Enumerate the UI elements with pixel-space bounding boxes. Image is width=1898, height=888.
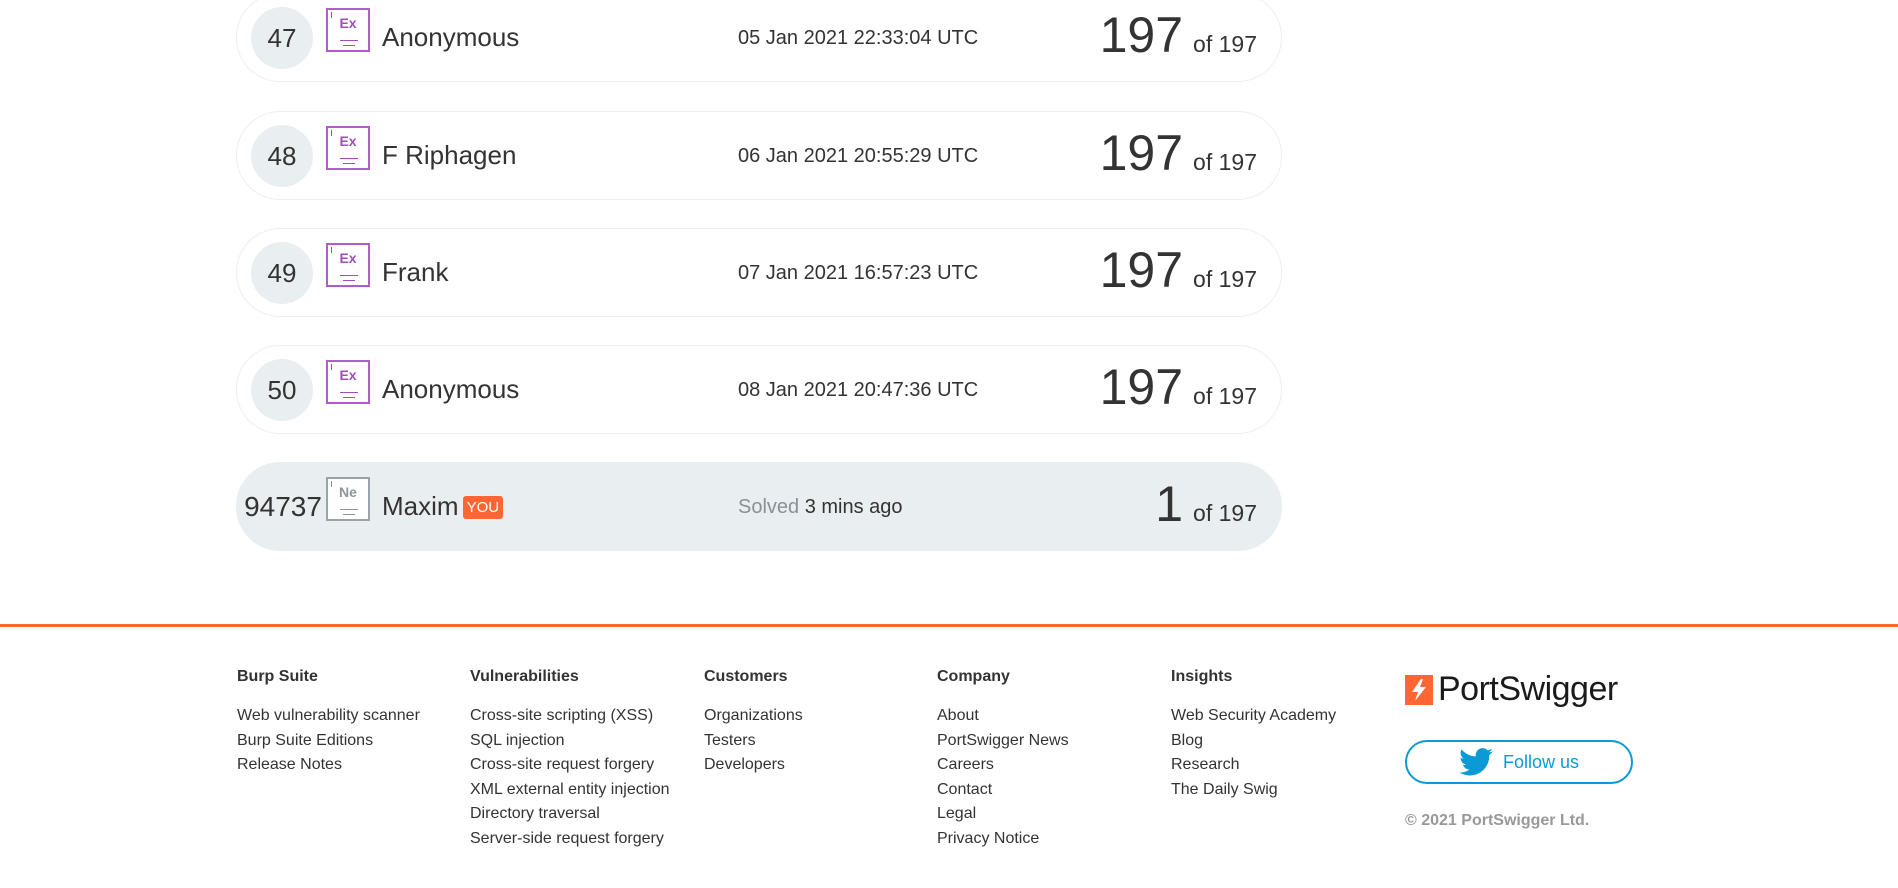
footer-link[interactable]: Blog <box>1171 729 1396 754</box>
footer-link[interactable]: Release Notes <box>237 753 462 778</box>
expert-level-badge-icon: Ex <box>326 243 370 287</box>
footer-link[interactable]: Burp Suite Editions <box>237 729 462 754</box>
user-name: Frank <box>382 257 449 287</box>
follow-us-button[interactable]: Follow us <box>1405 740 1633 784</box>
score-value: 197 <box>1099 7 1184 63</box>
score-total: of 197 <box>1193 266 1257 292</box>
footer-heading: Company <box>937 668 1010 685</box>
footer-column-company: Company About PortSwigger News Careers C… <box>937 668 1162 851</box>
rank-number: 47 <box>251 7 313 69</box>
level-label: Ex <box>339 133 357 149</box>
score-value: 197 <box>1099 359 1184 415</box>
user-name: Anonymous <box>382 22 520 52</box>
rank-number: 48 <box>251 125 313 187</box>
score-value: 1 <box>1155 476 1184 532</box>
footer-link[interactable]: Testers <box>704 729 929 754</box>
score: 197 of 197 <box>1100 241 1257 299</box>
portswigger-logo-icon <box>1405 674 1433 705</box>
score-total: of 197 <box>1193 383 1257 409</box>
score-total: of 197 <box>1193 149 1257 175</box>
brand-name: PortSwigger <box>1438 670 1618 708</box>
footer-link[interactable]: XML external entity injection <box>470 778 695 803</box>
you-tag: YOU <box>462 496 504 519</box>
twitter-bird-icon <box>1459 748 1493 776</box>
footer-link[interactable]: Contact <box>937 778 1162 803</box>
solved-date: 06 Jan 2021 20:55:29 UTC <box>738 145 979 167</box>
footer-link[interactable]: The Daily Swig <box>1171 778 1396 803</box>
footer-link[interactable]: Research <box>1171 753 1396 778</box>
leaderboard-row: 50 Ex Anonymous 08 Jan 2021 20:47:36 UTC… <box>236 345 1282 434</box>
expert-level-badge-icon: Ex <box>326 8 370 52</box>
user-name-text: Maxim <box>382 491 459 521</box>
expert-level-badge-icon: Ex <box>326 126 370 170</box>
score-value: 197 <box>1099 125 1184 181</box>
solved-time: 3 mins ago <box>804 496 903 518</box>
footer-link[interactable]: Cross-site scripting (XSS) <box>470 704 695 729</box>
solved-date: 05 Jan 2021 22:33:04 UTC <box>738 27 979 49</box>
user-name: F Riphagen <box>382 140 517 170</box>
footer-link[interactable]: Web vulnerability scanner <box>237 704 462 729</box>
footer-link[interactable]: Developers <box>704 753 929 778</box>
score-value: 197 <box>1099 242 1184 298</box>
solved-status: Solved 3 mins ago <box>738 496 903 519</box>
score: 197 of 197 <box>1100 124 1257 182</box>
footer-heading: Insights <box>1171 668 1233 685</box>
rank-number: 49 <box>251 242 313 304</box>
footer-link[interactable]: Server-side request forgery <box>470 827 695 852</box>
footer-column-insights: Insights Web Security Academy Blog Resea… <box>1171 668 1396 802</box>
level-label: Ex <box>339 367 357 383</box>
copyright: © 2021 PortSwigger Ltd. <box>1405 812 1590 829</box>
expert-level-badge-icon: Ex <box>326 360 370 404</box>
level-label: Ex <box>339 15 357 31</box>
footer-link[interactable]: SQL injection <box>470 729 695 754</box>
user-name: Maxim YOU <box>382 491 504 522</box>
footer-divider <box>0 624 1898 627</box>
score: 197 of 197 <box>1100 6 1257 64</box>
current-user-row: 94737 Ne Maxim YOU Solved 3 mins ago 1 of … <box>236 462 1282 551</box>
leaderboard-row: 47 Ex Anonymous 05 Jan 2021 22:33:04 UTC… <box>236 0 1282 82</box>
footer-link[interactable]: Web Security Academy <box>1171 704 1396 729</box>
footer-column-vulnerabilities: Vulnerabilities Cross-site scripting (XS… <box>470 668 695 851</box>
follow-us-label: Follow us <box>1502 751 1580 772</box>
footer-link[interactable]: Directory traversal <box>470 802 695 827</box>
footer-link[interactable]: About <box>937 704 1162 729</box>
level-label: Ex <box>339 250 357 266</box>
footer-column-customers: Customers Organizations Testers Develope… <box>704 668 929 778</box>
score: 1 of 197 <box>1155 475 1257 533</box>
footer-column-burp-suite: Burp Suite Web vulnerability scanner Bur… <box>237 668 462 778</box>
footer-link[interactable]: Organizations <box>704 704 929 729</box>
footer-heading: Customers <box>704 668 788 685</box>
user-name: Anonymous <box>382 374 520 404</box>
rank-number: 50 <box>251 359 313 421</box>
footer-link[interactable]: PortSwigger News <box>937 729 1162 754</box>
score: 197 of 197 <box>1100 358 1257 416</box>
leaderboard-row: 48 Ex F Riphagen 06 Jan 2021 20:55:29 UT… <box>236 111 1282 200</box>
footer-heading: Vulnerabilities <box>470 668 579 685</box>
newcomer-level-badge-icon: Ne <box>326 477 370 521</box>
level-label: Ne <box>339 484 357 500</box>
solved-label: Solved <box>738 496 800 518</box>
score-total: of 197 <box>1193 31 1257 57</box>
footer-link[interactable]: Careers <box>937 753 1162 778</box>
score-total: of 197 <box>1193 500 1257 526</box>
footer-link[interactable]: Privacy Notice <box>937 827 1162 852</box>
footer-link[interactable]: Legal <box>937 802 1162 827</box>
footer-heading: Burp Suite <box>237 668 318 685</box>
solved-date: 08 Jan 2021 20:47:36 UTC <box>738 379 979 401</box>
leaderboard-row: 49 Ex Frank 07 Jan 2021 16:57:23 UTC 197… <box>236 228 1282 317</box>
rank-number: 94737 <box>244 491 322 522</box>
footer-link[interactable]: Cross-site request forgery <box>470 753 695 778</box>
portswigger-logo[interactable]: PortSwigger <box>1405 670 1618 709</box>
solved-date: 07 Jan 2021 16:57:23 UTC <box>738 262 979 284</box>
